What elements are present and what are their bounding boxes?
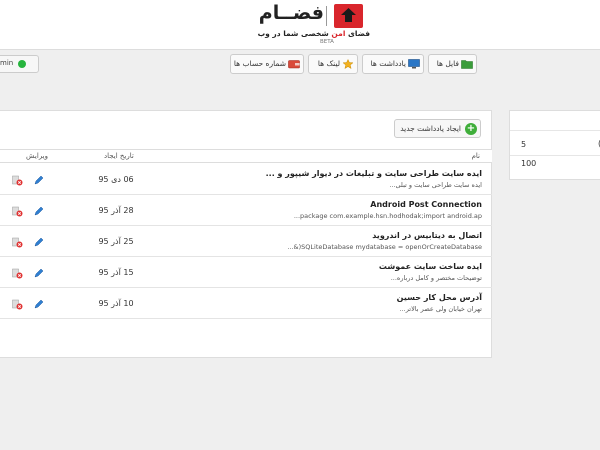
nav-accounts-button[interactable]: شماره حساب ها — [230, 54, 304, 74]
logo-mark[interactable] — [334, 4, 363, 28]
note-description: ایده سایت طراحی سایت و تبلی... — [389, 181, 482, 189]
delete-icon[interactable] — [12, 206, 23, 217]
note-date: 06 دی 95 — [98, 175, 134, 184]
logo-title[interactable]: فضــام — [259, 2, 324, 28]
note-title[interactable]: ایده ساخت سایت عموشت — [379, 262, 482, 271]
edit-pencil-icon[interactable] — [34, 237, 44, 247]
username: min — [0, 59, 14, 67]
tagline: فضای امن شخصی شما در وب — [257, 29, 370, 38]
plus-icon: + — [465, 123, 477, 135]
column-edit: ویرایش — [26, 152, 49, 160]
delete-icon[interactable] — [12, 268, 23, 279]
note-title[interactable]: اتصال به دیتابیس در اندروید — [372, 231, 482, 240]
user-status-chip[interactable]: min — [0, 55, 39, 73]
edit-pencil-icon[interactable] — [34, 175, 44, 185]
note-date: 25 آذر 95 — [98, 237, 134, 246]
top-header: فضــام فضای امن شخصی شما در وب BETA — [0, 0, 600, 50]
note-description: package com.example.hsn.hodhodak;import … — [293, 212, 482, 220]
note-title[interactable]: Android Post Connection — [370, 200, 482, 209]
table-row[interactable]: اتصال به دیتابیس در اندروید SQLiteDataba… — [0, 226, 492, 257]
summary-value-b: 100 — [521, 159, 537, 168]
edit-pencil-icon[interactable] — [34, 299, 44, 309]
upload-house-icon — [341, 8, 356, 22]
note-description: توضیحات مختصر و کامل درباره... — [390, 274, 482, 282]
star-icon — [342, 59, 354, 69]
note-date: 15 آذر 95 — [98, 268, 134, 277]
nav-notes-button[interactable]: یادداشت ها — [362, 54, 424, 74]
note-description: SQLiteDatabase mydatabase = openOrCreate… — [287, 243, 482, 251]
side-summary-panel: 5 ( 100 — [509, 110, 600, 180]
beta-label: BETA — [320, 39, 334, 45]
note-title[interactable]: آدرس محل کار حسین — [397, 293, 482, 302]
table-row[interactable]: ایده سایت طراحی سایت و تبلیغات در دیوار … — [0, 164, 492, 195]
online-status-icon — [18, 60, 26, 68]
table-row[interactable]: آدرس محل کار حسین تهران خیابان ولی عصر ب… — [0, 288, 492, 319]
nav-files-button[interactable]: فایل ها — [428, 54, 477, 74]
note-date: 28 آذر 95 — [98, 206, 134, 215]
monitor-icon — [408, 59, 420, 69]
folder-icon — [461, 60, 473, 69]
table-header: نام تاریخ ایجاد ویرایش — [0, 149, 492, 163]
table-row[interactable]: Android Post Connection package com.exam… — [0, 195, 492, 226]
logo-separator — [326, 6, 327, 26]
note-title[interactable]: ایده سایت طراحی سایت و تبلیغات در دیوار … — [266, 169, 482, 178]
wallet-icon — [288, 60, 300, 69]
table-row[interactable]: ایده ساخت سایت عموشت توضیحات مختصر و کام… — [0, 257, 492, 288]
column-name[interactable]: نام — [472, 152, 480, 160]
column-created[interactable]: تاریخ ایجاد — [104, 152, 134, 160]
note-description: تهران خیابان ولی عصر بالاتر... — [399, 305, 483, 313]
delete-icon[interactable] — [12, 237, 23, 248]
new-note-button[interactable]: + ایجاد یادداشت جدید — [394, 119, 481, 138]
note-date: 10 آذر 95 — [98, 299, 134, 308]
summary-value-a: 5 — [521, 140, 527, 149]
delete-icon[interactable] — [12, 299, 23, 310]
delete-icon[interactable] — [12, 175, 23, 186]
edit-pencil-icon[interactable] — [34, 268, 44, 278]
nav-links-button[interactable]: لینک ها — [308, 54, 358, 74]
edit-pencil-icon[interactable] — [34, 206, 44, 216]
